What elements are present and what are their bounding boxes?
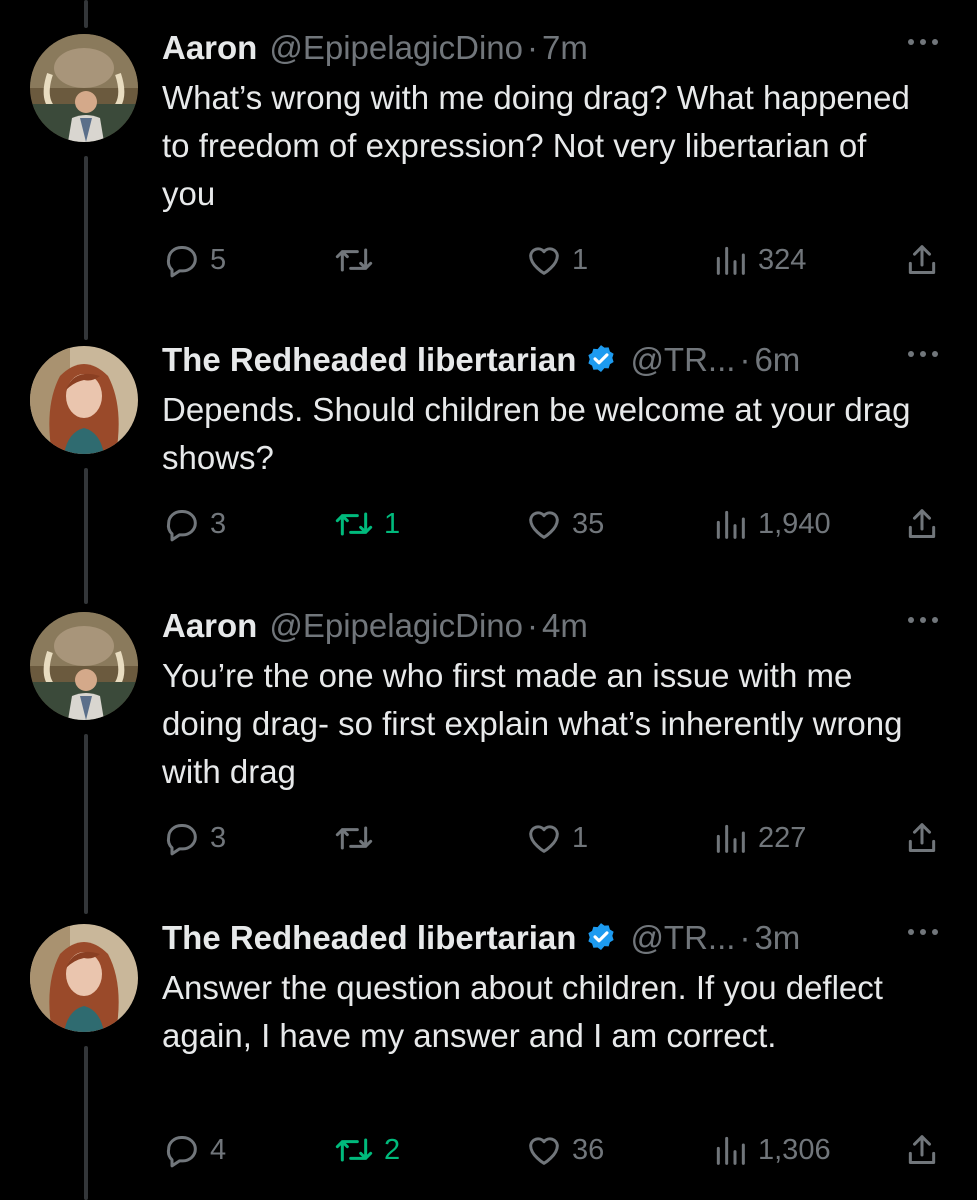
retweet-button[interactable]: 1 — [332, 502, 400, 546]
retweet-button[interactable] — [332, 816, 384, 860]
share-icon — [902, 504, 942, 544]
avatar[interactable] — [30, 34, 138, 142]
retweet-icon — [332, 1130, 376, 1170]
tweet-text: What’s wrong with me doing drag? What ha… — [162, 79, 910, 212]
like-count: 36 — [572, 1133, 605, 1166]
views-count: 324 — [758, 243, 807, 276]
user-handle[interactable]: @EpipelagicDino — [269, 607, 523, 645]
tweet-header: The Redheaded libertarian @TR... · 6m — [162, 338, 800, 382]
thread-line — [84, 734, 88, 914]
user-handle[interactable]: @TR... — [630, 919, 735, 957]
display-name[interactable]: Aaron — [162, 607, 257, 645]
share-button[interactable] — [902, 816, 942, 860]
views-chart-icon — [710, 504, 750, 544]
share-button[interactable] — [902, 238, 942, 282]
timestamp[interactable]: 4m — [542, 607, 588, 645]
thread-line — [84, 0, 88, 28]
tweet-text: Answer the question about children. If y… — [162, 969, 883, 1054]
retweet-button[interactable] — [332, 238, 384, 282]
share-icon — [902, 1130, 942, 1170]
reply-count: 3 — [210, 821, 227, 854]
separator-dot: · — [526, 29, 538, 66]
more-icon[interactable] — [903, 610, 943, 630]
more-icon[interactable] — [903, 922, 943, 942]
like-count: 1 — [572, 821, 589, 854]
thread-line — [84, 468, 88, 604]
verified-badge-icon — [584, 343, 618, 377]
heart-icon — [524, 818, 564, 858]
views-count: 1,940 — [758, 507, 831, 540]
share-icon — [902, 818, 942, 858]
tweet-header: The Redheaded libertarian @TR... · 3m — [162, 916, 800, 960]
views-button[interactable]: 1,940 — [710, 502, 831, 546]
thread-line — [84, 1046, 88, 1200]
views-chart-icon — [710, 240, 750, 280]
reply-icon — [162, 240, 202, 280]
tweet-actions: 5 1 324 — [162, 238, 952, 282]
user-handle[interactable]: @EpipelagicDino — [269, 29, 523, 67]
tweet-actions: 3 1 35 1,940 — [162, 502, 952, 546]
views-chart-icon — [710, 818, 750, 858]
retweet-count: 2 — [384, 1133, 401, 1166]
views-button[interactable]: 1,306 — [710, 1128, 831, 1172]
verified-badge-icon — [584, 921, 618, 955]
separator-dot: · — [739, 919, 751, 956]
display-name[interactable]: Aaron — [162, 29, 257, 67]
reply-button[interactable]: 5 — [162, 238, 226, 282]
more-icon[interactable] — [903, 32, 943, 52]
share-button[interactable] — [902, 1128, 942, 1172]
like-button[interactable]: 1 — [524, 816, 588, 860]
display-name[interactable]: The Redheaded libertarian — [162, 341, 576, 379]
tweet-actions: 4 2 36 1,306 — [162, 1128, 952, 1172]
reply-count: 3 — [210, 507, 227, 540]
views-count: 227 — [758, 821, 807, 854]
retweet-icon — [332, 504, 376, 544]
views-count: 1,306 — [758, 1133, 831, 1166]
reply-count: 4 — [210, 1133, 227, 1166]
like-button[interactable]: 36 — [524, 1128, 604, 1172]
avatar[interactable] — [30, 612, 138, 720]
retweet-button[interactable]: 2 — [332, 1128, 400, 1172]
heart-icon — [524, 240, 564, 280]
like-button[interactable]: 1 — [524, 238, 588, 282]
avatar[interactable] — [30, 346, 138, 454]
heart-icon — [524, 1130, 564, 1170]
like-button[interactable]: 35 — [524, 502, 604, 546]
avatar[interactable] — [30, 924, 138, 1032]
display-name[interactable]: The Redheaded libertarian — [162, 919, 576, 957]
views-button[interactable]: 227 — [710, 816, 806, 860]
reply-icon — [162, 1130, 202, 1170]
like-count: 35 — [572, 507, 605, 540]
more-icon[interactable] — [903, 344, 943, 364]
heart-icon — [524, 504, 564, 544]
tweet-header: Aaron @EpipelagicDino · 7m — [162, 26, 588, 70]
reply-button[interactable]: 3 — [162, 816, 226, 860]
views-chart-icon — [710, 1130, 750, 1170]
reply-count: 5 — [210, 243, 227, 276]
retweet-icon — [332, 240, 376, 280]
retweet-icon — [332, 818, 376, 858]
tweet-actions: 3 1 227 — [162, 816, 952, 860]
reply-icon — [162, 504, 202, 544]
tweet-text: You’re the one who first made an issue w… — [162, 657, 903, 790]
separator-dot: · — [526, 607, 538, 644]
user-handle[interactable]: @TR... — [630, 341, 735, 379]
separator-dot: · — [739, 341, 751, 378]
like-count: 1 — [572, 243, 589, 276]
timestamp[interactable]: 3m — [754, 919, 800, 957]
share-button[interactable] — [902, 502, 942, 546]
reply-icon — [162, 818, 202, 858]
timestamp[interactable]: 6m — [754, 341, 800, 379]
reply-button[interactable]: 4 — [162, 1128, 226, 1172]
views-button[interactable]: 324 — [710, 238, 806, 282]
retweet-count: 1 — [384, 507, 401, 540]
thread-line — [84, 156, 88, 340]
timestamp[interactable]: 7m — [542, 29, 588, 67]
share-icon — [902, 240, 942, 280]
tweet-text: Depends. Should children be welcome at y… — [162, 391, 911, 476]
reply-button[interactable]: 3 — [162, 502, 226, 546]
tweet-header: Aaron @EpipelagicDino · 4m — [162, 604, 588, 648]
